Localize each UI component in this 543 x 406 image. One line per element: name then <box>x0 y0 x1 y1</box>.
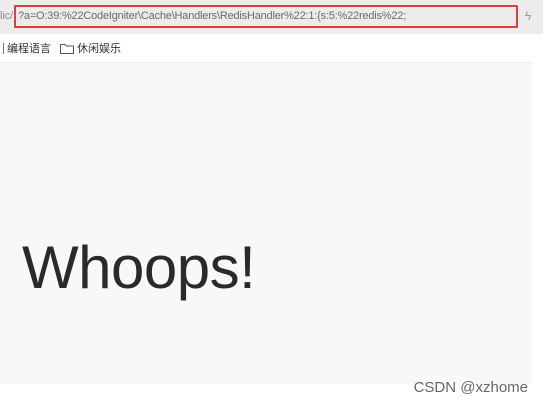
error-heading: Whoops! <box>22 234 256 301</box>
address-bar[interactable]: lic/ ?a=O:39:%22CodeIgniter\Cache\Handle… <box>0 0 543 34</box>
url-prefix: lic/ <box>0 10 14 22</box>
bookmarks-bar: 编程语言 休闲娱乐 <box>0 34 532 63</box>
bookmark-programming-languages[interactable]: 编程语言 <box>0 40 51 56</box>
url-input[interactable]: ?a=O:39:%22CodeIgniter\Cache\Handlers\Re… <box>18 10 406 22</box>
bookmark-label: 编程语言 <box>7 43 51 55</box>
folder-icon <box>0 42 4 54</box>
page-content <box>0 63 532 384</box>
folder-icon <box>60 43 74 54</box>
browser-window: lic/ ?a=O:39:%22CodeIgniter\Cache\Handle… <box>0 0 543 406</box>
bookmark-entertainment[interactable]: 休闲娱乐 <box>60 40 121 56</box>
bookmark-label: 休闲娱乐 <box>77 43 121 55</box>
csdn-watermark: CSDN @xzhome <box>413 379 528 396</box>
lightning-icon[interactable]: ϟ <box>521 9 535 23</box>
